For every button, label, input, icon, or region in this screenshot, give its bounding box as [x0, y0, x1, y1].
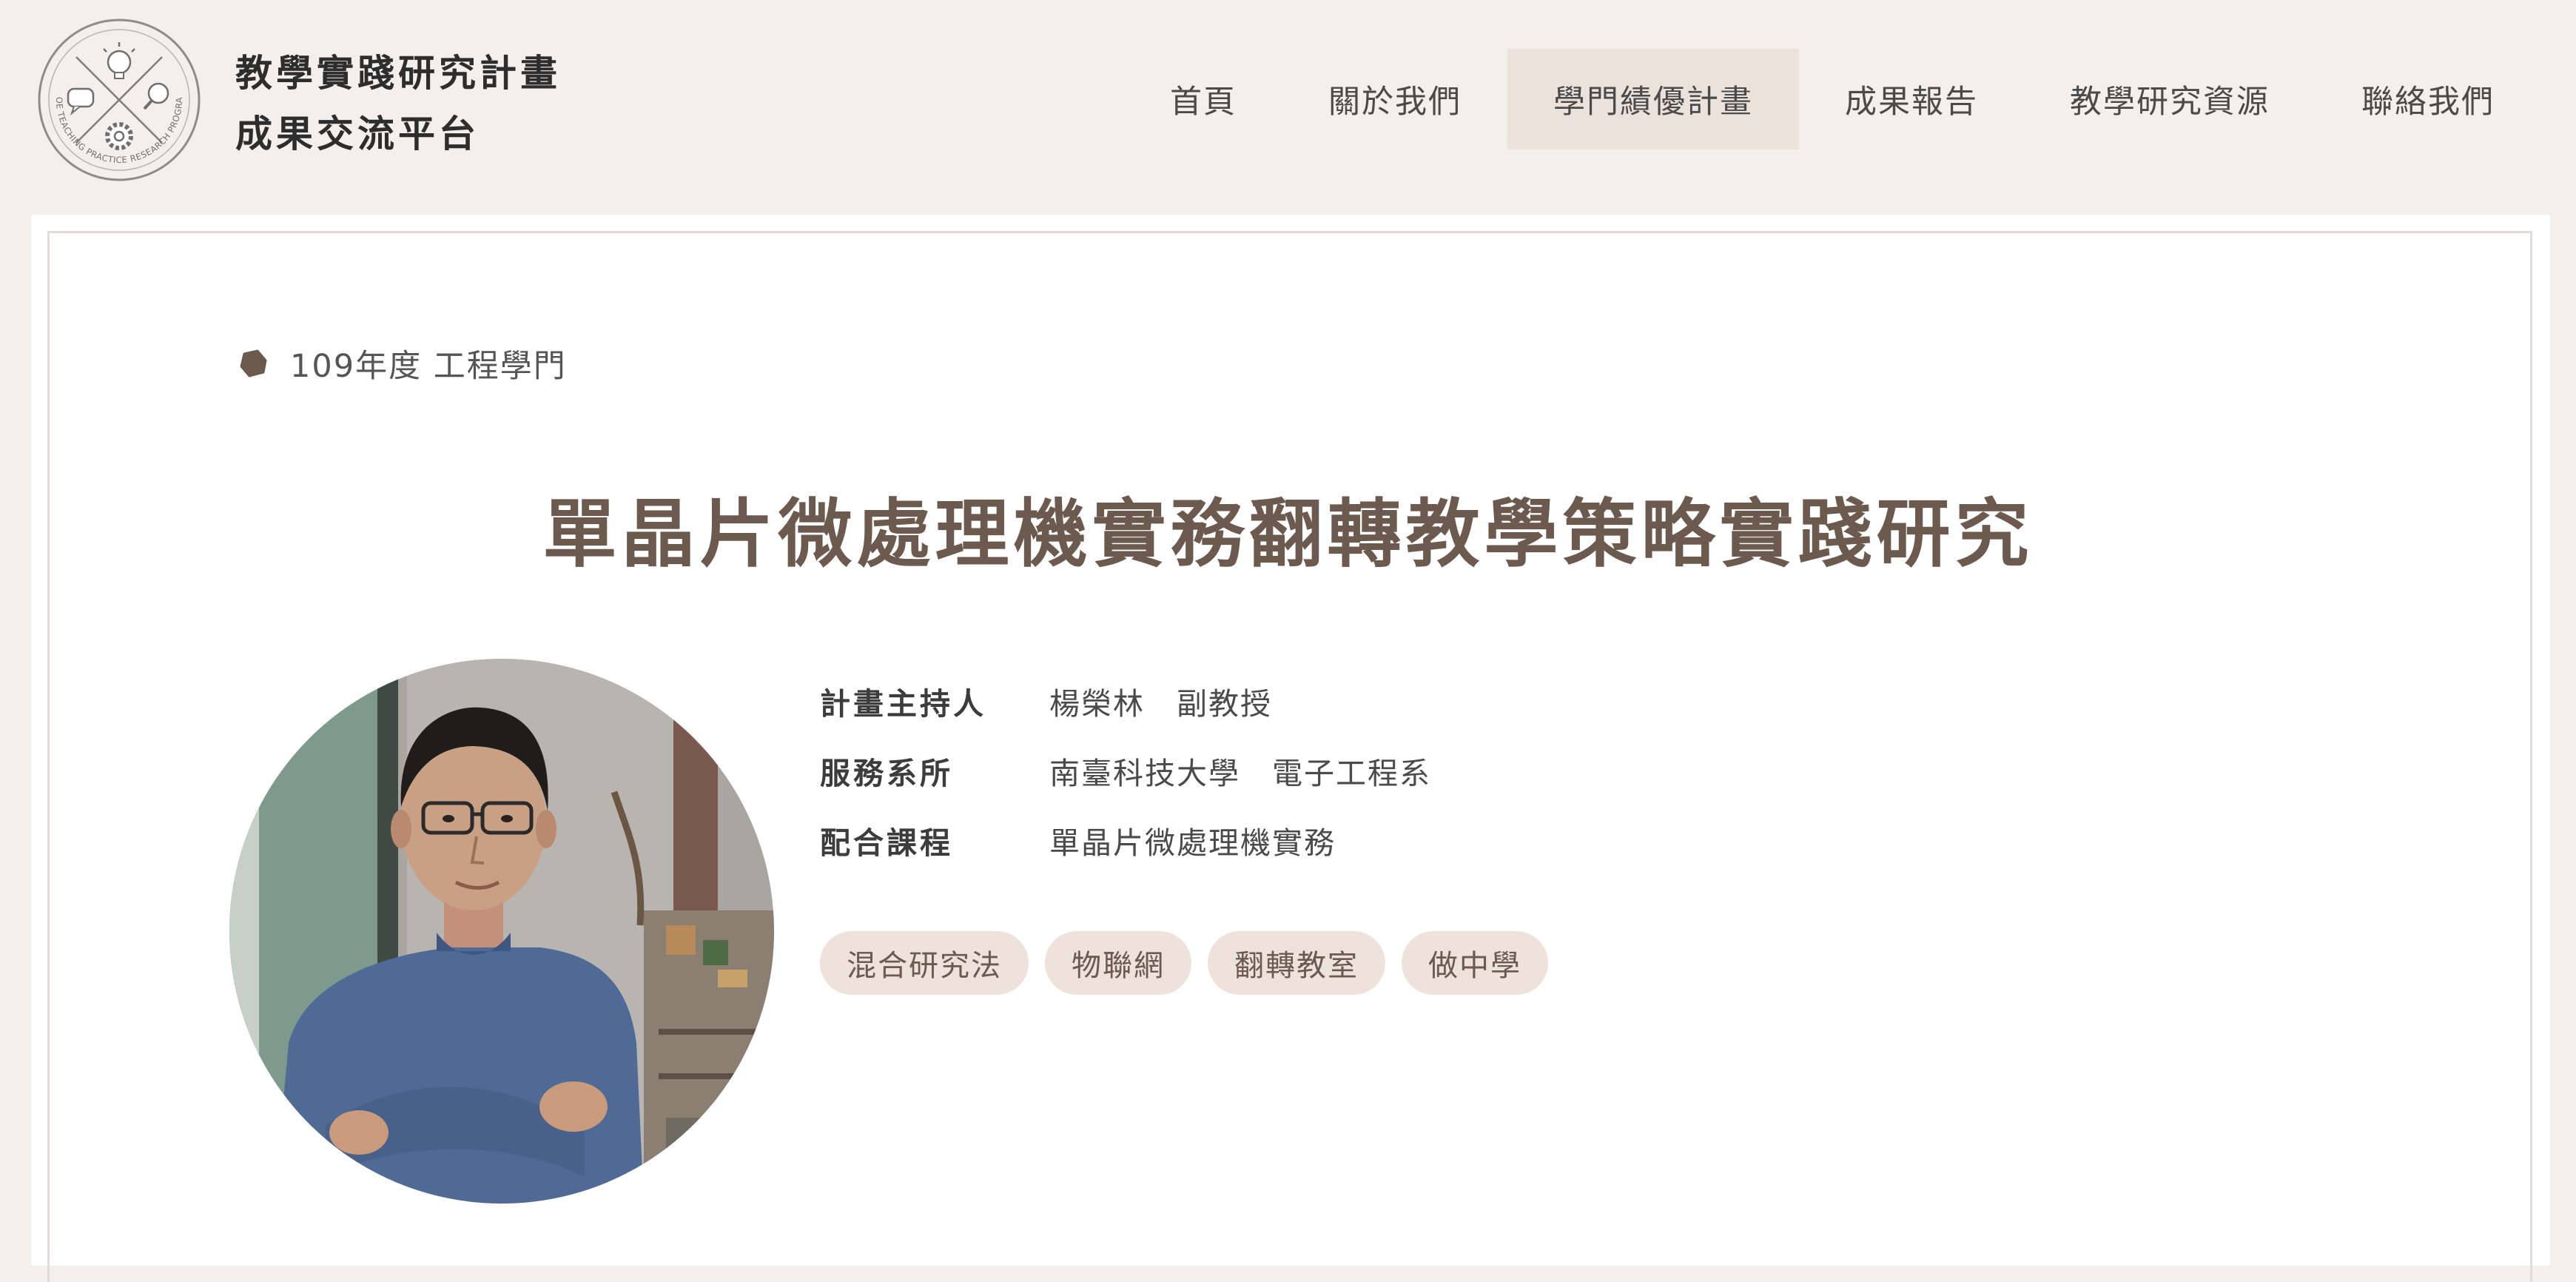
teaching-badge-icon: MOE TEACHING PRACTICE RESEARCH PROGRAM: [36, 16, 201, 181]
hexagon-bullet-icon: [240, 349, 267, 377]
category-label: 109年度 工程學門: [290, 348, 567, 385]
brand-title: 教學實踐研究計畫: [235, 52, 561, 95]
project-title: 單晶片微處理機實務翻轉教學策略實踐研究: [542, 491, 2034, 577]
info-value: 南臺科技大學 電子工程系: [1049, 756, 1431, 791]
nav-contact-us[interactable]: 聯絡我們: [2316, 49, 2540, 150]
nav-home[interactable]: 首頁: [1124, 49, 1282, 150]
keyword-tags: 混合研究法 物聯網 翻轉教室 做中學: [820, 931, 1548, 995]
site-brand: 教學實踐研究計畫 成果交流平台: [235, 43, 561, 164]
tag-flipped-classroom[interactable]: 翻轉教室: [1208, 931, 1385, 995]
info-label: 配合課程: [820, 825, 953, 861]
brand-subtitle: 成果交流平台: [235, 113, 480, 155]
site-header: MOE TEACHING PRACTICE RESEARCH PROGRAM 教…: [0, 0, 2576, 215]
nav-reports[interactable]: 成果報告: [1799, 49, 2024, 150]
info-row-department: 服務系所 南臺科技大學 電子工程系: [820, 736, 1431, 805]
info-row-course: 配合課程 單晶片微處理機實務: [820, 805, 1431, 875]
info-label: 計畫主持人: [820, 686, 986, 722]
nav-resources[interactable]: 教學研究資源: [2024, 49, 2316, 150]
project-category: 109年度 工程學門: [238, 340, 567, 386]
info-value: 單晶片微處理機實務: [1049, 825, 1336, 861]
tag-learning-by-doing[interactable]: 做中學: [1402, 931, 1548, 995]
info-row-principal-investigator: 計畫主持人 楊榮林 副教授: [820, 666, 1431, 736]
tag-mixed-methods[interactable]: 混合研究法: [820, 931, 1029, 995]
info-value: 楊榮林 副教授: [1049, 686, 1272, 722]
home-logo-link[interactable]: MOE TEACHING PRACTICE RESEARCH PROGRAM 教…: [36, 15, 598, 185]
info-label: 服務系所: [820, 756, 953, 791]
project-info: 計畫主持人 楊榮林 副教授 服務系所 南臺科技大學 電子工程系 配合課程 單晶片…: [820, 666, 1431, 875]
tag-iot[interactable]: 物聯網: [1045, 931, 1191, 995]
nav-about-us[interactable]: 關於我們: [1282, 49, 1507, 150]
main-nav: 首頁 關於我們 學門績優計畫 成果報告 教學研究資源 聯絡我們: [1124, 49, 2540, 150]
nav-excellent-projects[interactable]: 學門績優計畫: [1507, 49, 1799, 150]
principal-investigator-photo: [229, 659, 774, 1204]
